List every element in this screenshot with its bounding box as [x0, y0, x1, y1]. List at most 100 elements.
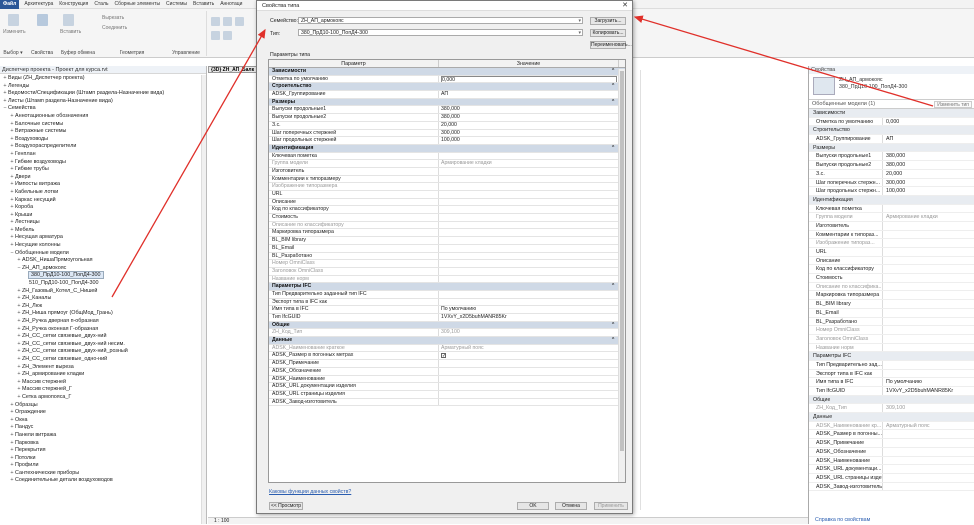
- tree-item[interactable]: +Перекрытия: [0, 447, 206, 455]
- project-browser-scrollbar[interactable]: [201, 75, 206, 524]
- ribbon-tab[interactable]: Сборные элементы: [111, 0, 163, 9]
- align-icon[interactable]: [211, 17, 220, 26]
- prop-value[interactable]: [883, 448, 974, 456]
- param-value[interactable]: 380,000: [439, 114, 617, 121]
- param-value[interactable]: АП: [439, 91, 617, 98]
- prop-value[interactable]: [883, 457, 974, 465]
- param-group-header[interactable]: Строительство ⌃: [269, 83, 625, 92]
- param-value[interactable]: 1VXvY_x2D5buhMANR85Kr: [439, 314, 617, 321]
- column-header-value[interactable]: Значение: [439, 60, 619, 67]
- param-value[interactable]: [439, 360, 617, 367]
- mirror-icon[interactable]: [235, 17, 244, 26]
- tree-item[interactable]: +Потолки: [0, 455, 206, 463]
- tree-item[interactable]: +Панели витража: [0, 432, 206, 440]
- param-value[interactable]: [439, 199, 617, 206]
- project-browser-tree[interactable]: +Виды (ZH_Диспетчер проекта) +Легенды +Вед…: [0, 75, 206, 524]
- cut-button[interactable]: Вырезать: [102, 15, 124, 21]
- close-icon[interactable]: ✕: [622, 1, 628, 11]
- scrollbar-thumb[interactable]: [620, 71, 624, 451]
- ribbon-group-label[interactable]: Свойства: [28, 50, 56, 56]
- ribbon-tab[interactable]: Аннотаци: [217, 0, 245, 9]
- cancel-button[interactable]: Отмена: [555, 502, 587, 510]
- prop-value[interactable]: 100,000: [883, 187, 974, 195]
- param-value[interactable]: [439, 237, 617, 244]
- prop-value[interactable]: [883, 474, 974, 482]
- collapse-icon[interactable]: ⌃: [609, 283, 617, 290]
- collapse-icon[interactable]: ⌃: [609, 83, 617, 90]
- prop-value[interactable]: [883, 248, 974, 256]
- param-group-header[interactable]: Зависимости ⌃: [269, 68, 625, 76]
- param-value[interactable]: 380,000: [439, 106, 617, 113]
- prop-group-header[interactable]: Зависимости: [809, 109, 974, 118]
- prop-value[interactable]: 1VXvY_x2D5buhMANR85Kr: [883, 387, 974, 395]
- grid-scrollbar[interactable]: [618, 69, 625, 482]
- tree-item[interactable]: +Ограждение: [0, 409, 206, 417]
- collapse-icon[interactable]: ⌃: [609, 322, 617, 329]
- properties-icon[interactable]: [37, 14, 48, 26]
- tree-item[interactable]: +Генплан: [0, 151, 206, 159]
- prop-value[interactable]: По умолчанию: [883, 378, 974, 386]
- paste-button[interactable]: Вставить: [60, 29, 81, 35]
- tree-item[interactable]: +Гибкие трубы: [0, 166, 206, 174]
- param-group-header[interactable]: Данные ⌃: [269, 337, 625, 345]
- prop-group-header[interactable]: Строительство: [809, 126, 974, 136]
- prop-value[interactable]: [883, 465, 974, 473]
- ribbon-tab[interactable]: Сталь: [91, 0, 111, 9]
- tree-item[interactable]: +Мебель: [0, 227, 206, 235]
- ribbon-tab[interactable]: Вставить: [190, 0, 217, 9]
- param-value[interactable]: [439, 399, 617, 406]
- prop-value[interactable]: 0,000: [883, 118, 974, 126]
- prop-value[interactable]: [883, 439, 974, 447]
- ribbon-tab[interactable]: Архитектура: [21, 0, 56, 9]
- tree-item[interactable]: +ZH_Элемент выреза: [0, 364, 206, 372]
- tree-item[interactable]: +Легенды: [0, 83, 206, 91]
- tree-item[interactable]: +Несущие колонны: [0, 242, 206, 250]
- view-scale[interactable]: 1 : 100: [214, 518, 229, 524]
- param-value[interactable]: [439, 253, 617, 260]
- param-value[interactable]: По умолчанию: [439, 306, 617, 313]
- prop-value[interactable]: 20,000: [883, 170, 974, 178]
- tree-item[interactable]: +Пандус: [0, 424, 206, 432]
- properties-help-link[interactable]: Справка по свойствам: [815, 517, 870, 523]
- param-value[interactable]: [439, 168, 617, 175]
- tree-item[interactable]: +ZH_СС_сетки связевые_двух-ний: [0, 333, 206, 341]
- tree-item[interactable]: +ZH_Каналы: [0, 295, 206, 303]
- help-link[interactable]: Каковы функции данных свойств?: [269, 489, 351, 495]
- tree-item[interactable]: +ZH_Ручка дверная п-образная: [0, 318, 206, 326]
- tree-item[interactable]: +Воздуховоды: [0, 136, 206, 144]
- prop-group-header[interactable]: Общие: [809, 395, 974, 405]
- ribbon-group-label[interactable]: Управление: [166, 50, 206, 56]
- prop-group-header[interactable]: Идентификация: [809, 195, 974, 205]
- param-value[interactable]: 300,000: [439, 130, 617, 137]
- tree-item[interactable]: +Витражные системы: [0, 128, 206, 136]
- tree-item[interactable]: +ZH_СС_сетки связевые_двух-ний_розный: [0, 348, 206, 356]
- load-button[interactable]: Загрузить...: [590, 17, 626, 25]
- param-value[interactable]: [439, 245, 617, 252]
- edit-type-button[interactable]: Изменить тип: [934, 101, 972, 108]
- param-value[interactable]: [439, 191, 617, 198]
- tree-item[interactable]: +Массив стержней_Г: [0, 386, 206, 394]
- param-group-header[interactable]: Общие ⌃: [269, 321, 625, 330]
- param-value[interactable]: [439, 383, 617, 390]
- family-select[interactable]: ZH_АП_армокояс ▾: [298, 17, 583, 24]
- param-value[interactable]: 100,000: [439, 137, 617, 144]
- type-select[interactable]: 380_ПрД10-100_ПопД4-300 ▾: [298, 29, 583, 36]
- ok-button[interactable]: OK: [517, 502, 549, 510]
- tree-item[interactable]: +Аннотационные обозначения: [0, 113, 206, 121]
- tree-item[interactable]: +Виды (ZH_Диспетчер проекта): [0, 75, 206, 83]
- tree-item[interactable]: +ADSK_НишаПрямоугольная: [0, 257, 206, 265]
- duplicate-button[interactable]: Копировать...: [590, 29, 626, 37]
- collapse-icon[interactable]: ⌃: [609, 337, 617, 344]
- collapse-icon[interactable]: ⌃: [609, 99, 617, 106]
- tree-item[interactable]: +Гибкие воздуховоды: [0, 159, 206, 167]
- param-value-input[interactable]: 0,000: [441, 75, 617, 83]
- param-value[interactable]: [439, 229, 617, 236]
- prop-value[interactable]: [883, 309, 974, 317]
- collapse-icon[interactable]: ⌃: [609, 68, 617, 75]
- prop-value[interactable]: [883, 231, 974, 239]
- param-value[interactable]: [439, 299, 617, 306]
- param-group-header[interactable]: Идентификация ⌃: [269, 144, 625, 153]
- tree-item[interactable]: +Двери: [0, 174, 206, 182]
- param-value[interactable]: 20,000: [439, 122, 617, 129]
- param-value[interactable]: [439, 214, 617, 221]
